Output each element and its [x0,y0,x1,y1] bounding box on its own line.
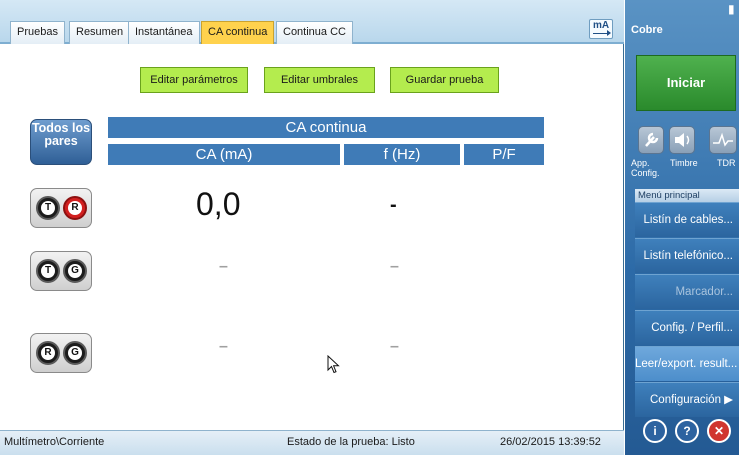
ca-value-t-g: – [219,258,228,275]
tip-label: T [41,264,55,278]
ground-label: G [68,346,82,360]
speaker-icon[interactable] [669,126,695,154]
all-pairs-button[interactable]: Todos los pares [30,119,92,165]
start-button[interactable]: Iniciar [636,55,736,111]
f-value-r-g: – [390,338,399,355]
ground-label: G [68,264,82,278]
ring-icon: R [36,341,60,365]
status-bar: Multímetro\Corriente Estado de la prueba… [0,430,624,455]
tip-icon: T [36,196,60,220]
close-icon[interactable]: ✕ [707,419,731,443]
mouse-cursor-icon [327,355,340,374]
side-panel: Cobre ▮ Iniciar App. Config. Timbre TDR … [625,0,739,455]
ring-label: R [41,346,55,360]
column-header-pf: P/F [464,144,544,165]
f-value-t-r: - [390,194,397,216]
app-config-label: App. Config. [631,158,660,178]
ring-label: R [68,201,82,215]
tip-label: T [41,201,55,215]
help-icon[interactable]: ? [675,419,699,443]
tab-instantanea[interactable]: Instantánea [128,21,200,44]
ca-value-r-g: – [219,338,228,355]
pair-t-g-button[interactable]: T G [30,251,92,291]
status-path: Multímetro\Corriente [4,436,105,448]
f-value-t-g: – [390,258,399,275]
edit-parameters-button[interactable]: Editar parámetros [140,67,248,93]
tdr-waveform-icon[interactable] [709,126,737,154]
menu-item-dialer[interactable]: Marcador... [635,274,739,309]
info-icon[interactable]: i [643,419,667,443]
menu-item-read-export[interactable]: Leer/export. result... [635,346,739,381]
pair-r-g-button[interactable]: R G [30,333,92,373]
column-header-ca: CA (mA) [108,144,340,165]
table-title: CA continua [108,117,544,138]
battery-icon: ▮ [728,2,735,16]
tab-bar: Pruebas Resumen Instantánea CA continua … [0,0,624,44]
status-state: Estado de la prueba: Listo [287,436,415,448]
tab-continua-cc[interactable]: Continua CC [276,21,353,44]
menu-item-cable-list[interactable]: Listín de cables... [635,202,739,237]
ground-icon: G [63,341,87,365]
tab-resumen[interactable]: Resumen [69,21,131,44]
pair-t-r-button[interactable]: T R [30,188,92,228]
ca-value-t-r: 0,0 [196,186,241,222]
main-area: Pruebas Resumen Instantánea CA continua … [0,0,624,455]
main-menu-label: Menú principal [635,189,739,202]
tdr-label: TDR [717,158,736,168]
ground-icon: G [63,259,87,283]
menu-item-config-profile[interactable]: Config. / Perfil... [635,310,739,345]
tab-ca-continua[interactable]: CA continua [201,21,275,44]
side-title: Cobre [631,24,663,36]
wrench-icon[interactable] [638,126,664,154]
save-test-button[interactable]: Guardar prueba [390,67,499,93]
tab-pruebas[interactable]: Pruebas [10,21,65,44]
ring-icon: R [63,196,87,220]
menu-item-phone-book[interactable]: Listín telefónico... [635,238,739,273]
arrow-icon [593,30,611,39]
menu-item-configuration[interactable]: Configuración ▶ [635,382,739,417]
status-datetime: 26/02/2015 13:39:52 [500,436,601,448]
column-header-f: f (Hz) [344,144,460,165]
timbre-label: Timbre [670,158,698,168]
ammeter-icon[interactable]: mA [589,19,613,39]
edit-thresholds-button[interactable]: Editar umbrales [264,67,375,93]
tip-icon: T [36,259,60,283]
